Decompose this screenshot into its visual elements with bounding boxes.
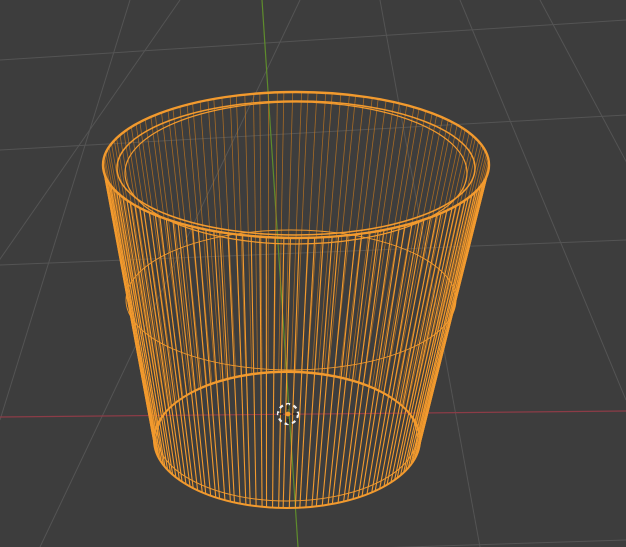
grid-line [459, 0, 626, 401]
selected-cup-mesh[interactable] [101, 90, 491, 509]
cup-edge [235, 234, 247, 505]
cup-edge [327, 234, 357, 505]
cup-edge [307, 92, 327, 373]
cup-ring [116, 100, 476, 236]
x-axis-line [0, 410, 626, 418]
cup-edge [294, 92, 309, 373]
grid-line [0, 114, 626, 151]
cup-edge [331, 233, 363, 504]
grid-line [391, 539, 626, 547]
grid-line [0, 19, 626, 61]
viewport-canvas[interactable] [0, 0, 626, 547]
cup-ring [153, 371, 421, 509]
grid-line [539, 0, 626, 163]
object-origin-icon [285, 411, 291, 417]
3d-viewport[interactable] [0, 0, 626, 547]
cup-edge [315, 236, 340, 507]
